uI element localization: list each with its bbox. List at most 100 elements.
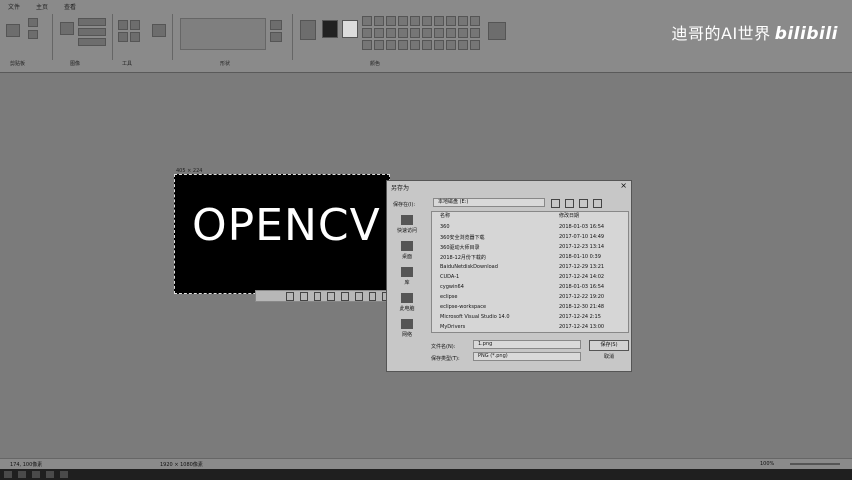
column-header-name[interactable]: 名称 (435, 212, 559, 222)
palette-swatch[interactable] (434, 40, 444, 50)
filetype-value: PNG (*.png) (478, 353, 508, 359)
file-row[interactable]: MyDrivers 2017-12-24 13:00 (435, 324, 623, 334)
file-row[interactable]: 360安全浏览器下载 2017-07-10 14:49 (435, 234, 623, 244)
file-row[interactable]: eclipse-workspace 2018-12-30 21:48 (435, 304, 623, 314)
palette-swatch[interactable] (422, 40, 432, 50)
taskbar-app-icon[interactable] (60, 471, 68, 478)
rotate-button[interactable] (78, 38, 106, 46)
paste-icon[interactable] (6, 24, 20, 37)
tool-pen-icon[interactable] (286, 291, 294, 301)
copy-icon[interactable] (28, 30, 38, 39)
palette-swatch[interactable] (410, 40, 420, 50)
fill-icon[interactable] (130, 20, 140, 30)
filename-input[interactable]: 1.png (473, 340, 581, 349)
column-header-date[interactable]: 修改日期 (559, 212, 623, 222)
cut-icon[interactable] (28, 18, 38, 27)
color2-swatch[interactable] (342, 20, 358, 38)
file-row[interactable]: eclipse 2017-12-22 19:20 (435, 294, 623, 304)
tool-copy-icon[interactable] (368, 291, 377, 301)
place-label: 此电脑 (399, 306, 415, 312)
resize-button[interactable] (78, 28, 106, 36)
select-icon[interactable] (60, 22, 74, 35)
palette-swatch[interactable] (470, 40, 480, 50)
file-row[interactable]: cygwin64 2018-01-03 16:54 (435, 284, 623, 294)
zoom-slider[interactable] (790, 463, 840, 465)
palette-swatch[interactable] (422, 28, 432, 38)
place-this-pc[interactable]: 此电脑 (393, 293, 421, 312)
palette-swatch[interactable] (446, 28, 456, 38)
eraser-icon[interactable] (130, 32, 140, 42)
tool-ellipse-icon[interactable] (341, 291, 349, 301)
edit-colors-icon[interactable] (488, 22, 506, 40)
shapes-gallery[interactable] (180, 18, 266, 50)
tab-file[interactable]: 文件 (8, 2, 20, 11)
view-menu-icon[interactable] (593, 199, 602, 208)
start-icon[interactable] (4, 471, 12, 478)
palette-swatch[interactable] (398, 40, 408, 50)
pencil-icon[interactable] (118, 20, 128, 30)
image-text: OPENCV (192, 200, 381, 251)
tool-rect-icon[interactable] (327, 291, 335, 301)
tool-text-icon[interactable] (354, 291, 363, 301)
palette-swatch[interactable] (374, 16, 384, 26)
palette-swatch[interactable] (386, 40, 396, 50)
taskbar-app-icon[interactable] (32, 471, 40, 478)
up-folder-icon[interactable] (565, 199, 574, 208)
save-in-select[interactable]: 本地磁盘 (E:) (433, 198, 545, 207)
palette-swatch[interactable] (434, 16, 444, 26)
place-quick-access[interactable]: 快速访问 (393, 215, 421, 234)
ribbon-separator (52, 14, 53, 60)
palette-swatch[interactable] (362, 28, 372, 38)
tab-view[interactable]: 查看 (64, 2, 76, 11)
palette-swatch[interactable] (374, 28, 384, 38)
taskbar-app-icon[interactable] (46, 471, 54, 478)
palette-swatch[interactable] (362, 16, 372, 26)
palette-swatch[interactable] (470, 16, 480, 26)
palette-swatch[interactable] (470, 28, 480, 38)
fill-shape-icon[interactable] (270, 32, 282, 42)
palette-swatch[interactable] (410, 28, 420, 38)
taskbar-app-icon[interactable] (18, 471, 26, 478)
palette-swatch[interactable] (398, 16, 408, 26)
back-icon[interactable] (551, 199, 560, 208)
brush-icon[interactable] (152, 24, 166, 37)
text-icon[interactable] (118, 32, 128, 42)
filetype-select[interactable]: PNG (*.png) (473, 352, 581, 361)
cancel-button[interactable]: 取消 (589, 352, 629, 363)
place-libraries[interactable]: 库 (393, 267, 421, 286)
stroke-size-icon[interactable] (300, 20, 316, 40)
watermark-text: 迪哥的AI世界 (671, 24, 771, 43)
palette-swatch[interactable] (374, 40, 384, 50)
color1-swatch[interactable] (322, 20, 338, 38)
new-folder-icon[interactable] (579, 199, 588, 208)
place-network[interactable]: 网络 (393, 319, 421, 338)
place-desktop[interactable]: 桌面 (393, 241, 421, 260)
palette-swatch[interactable] (386, 16, 396, 26)
palette-swatch[interactable] (458, 16, 468, 26)
file-name: 2018-12月份下载的 (440, 255, 486, 261)
file-row[interactable]: 360 2018-01-03 16:54 (435, 224, 623, 234)
file-row[interactable]: BaiduNetdiskDownload 2017-12-29 13:21 (435, 264, 623, 274)
crop-button[interactable] (78, 18, 106, 26)
palette-swatch[interactable] (386, 28, 396, 38)
file-row[interactable]: 2018-12月份下载的 2018-01-10 0:39 (435, 254, 623, 264)
close-icon[interactable]: × (620, 181, 627, 190)
palette-swatch[interactable] (422, 16, 432, 26)
palette-swatch[interactable] (446, 16, 456, 26)
palette-swatch[interactable] (458, 40, 468, 50)
file-row[interactable]: Microsoft Visual Studio 14.0 2017-12-24 2… (435, 314, 623, 324)
outline-icon[interactable] (270, 20, 282, 30)
palette-swatch[interactable] (410, 16, 420, 26)
color-palette[interactable] (362, 16, 480, 50)
palette-swatch[interactable] (434, 28, 444, 38)
tool-line-icon[interactable] (299, 291, 308, 301)
file-row[interactable]: CUDA-1 2017-12-24 14:02 (435, 274, 623, 284)
save-button[interactable]: 保存(S) (589, 340, 629, 351)
palette-swatch[interactable] (446, 40, 456, 50)
tab-home[interactable]: 主页 (36, 2, 48, 11)
palette-swatch[interactable] (458, 28, 468, 38)
palette-swatch[interactable] (362, 40, 372, 50)
tool-arrow-icon[interactable] (313, 291, 322, 301)
file-row[interactable]: 360驱动大师目录 2017-12-23 13:14 (435, 244, 623, 254)
palette-swatch[interactable] (398, 28, 408, 38)
